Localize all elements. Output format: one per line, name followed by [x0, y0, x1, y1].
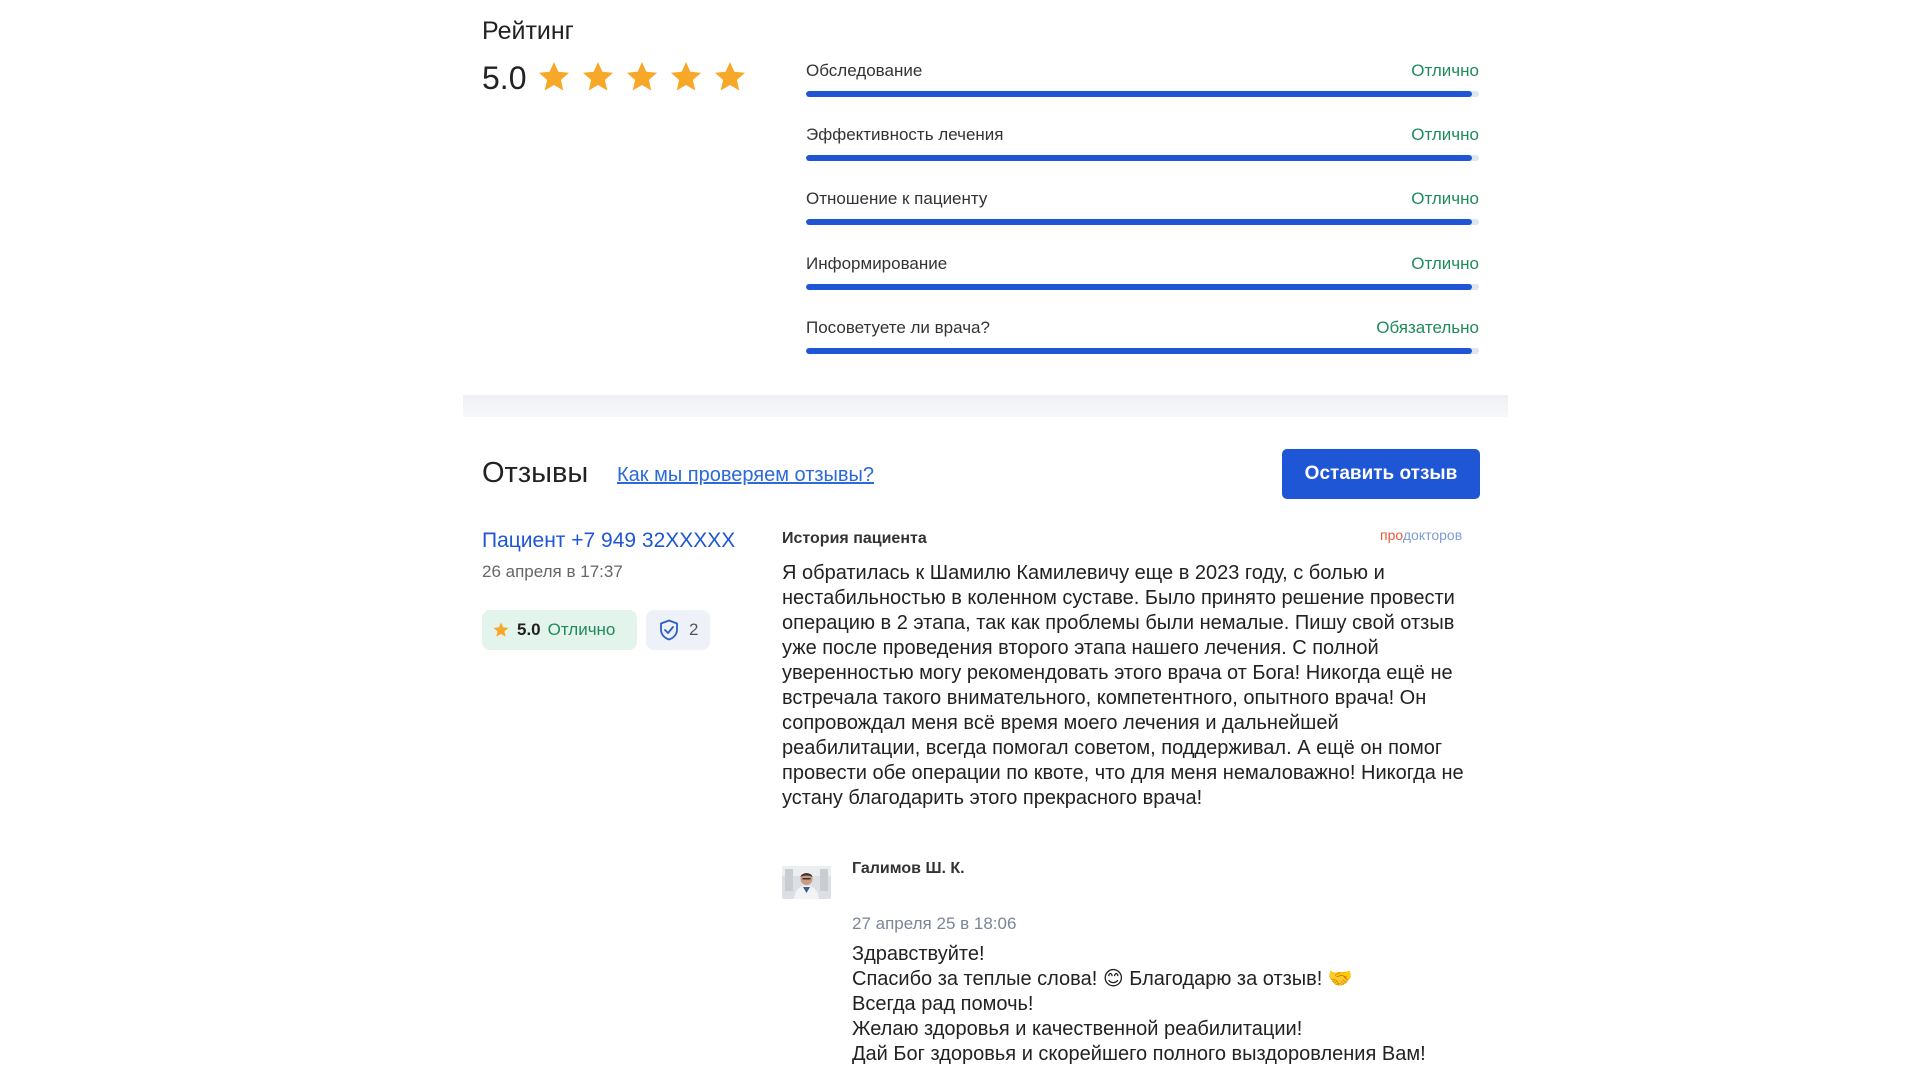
section-divider: [463, 395, 1508, 417]
logo-part-2: докторов: [1402, 527, 1463, 543]
criterion-label: Информирование: [806, 254, 948, 273]
criterion-value: Отлично: [1411, 189, 1479, 208]
score-label: Отлично: [547, 620, 616, 639]
review-text: Я обратилась к Шамилю Камилевичу еще в 2…: [782, 562, 1464, 809]
score-badge: 5.0 Отлично: [482, 610, 637, 650]
doctor-page: Рейтинг 5.0 Обследование Отлично Эффекти…: [0, 0, 1920, 1080]
rating-title: Рейтинг: [482, 17, 574, 45]
review-date: 26 апреля в 17:37: [482, 562, 623, 581]
star-icon: [583, 62, 613, 91]
verified-count: 2: [689, 620, 699, 639]
criterion-label: Эффективность лечения: [806, 125, 1004, 144]
criterion-bar: [806, 219, 1479, 225]
criterion-bar-fill: [806, 284, 1473, 290]
star-icon: [493, 622, 509, 637]
score-value: 5.0: [517, 620, 541, 639]
star-icon: [671, 62, 701, 91]
criterion-bar: [806, 348, 1479, 354]
doctor-avatar: [782, 866, 831, 899]
reply-date: 27 апреля 25 в 18:06: [852, 914, 1017, 933]
criterion-value: Отлично: [1411, 125, 1479, 144]
star-icon: [539, 62, 569, 91]
criterion-label: Обследование: [806, 61, 923, 80]
criterion-value: Отлично: [1411, 61, 1479, 80]
story-label: История пациента: [782, 530, 927, 547]
prodoctorov-logo: продокторов: [1380, 527, 1462, 543]
leave-review-button[interactable]: Оставить отзыв: [1282, 449, 1480, 499]
shield-check-icon: [660, 619, 678, 641]
criterion-bar-fill: [806, 155, 1473, 161]
patient-name-link[interactable]: Пациент +7 949 32XXXXX: [482, 529, 735, 553]
how-we-verify-link[interactable]: Как мы проверяем отзывы?: [617, 464, 874, 487]
rating-value: 5.0: [482, 60, 527, 96]
criterion-value: Обязательно: [1376, 318, 1479, 337]
criterion-bar-fill: [806, 348, 1473, 354]
criterion-bar-fill: [806, 219, 1473, 225]
star-icon: [627, 62, 657, 91]
criterion-label: Посоветуете ли врача?: [806, 318, 990, 337]
criterion-bar: [806, 155, 1479, 161]
star-icon: [715, 62, 745, 91]
reply-author: Галимов Ш. К.: [852, 860, 965, 877]
logo-part-1: про: [1380, 527, 1403, 543]
verified-badge[interactable]: 2: [646, 610, 710, 650]
criterion-value: Отлично: [1411, 254, 1479, 273]
criterion-bar: [806, 91, 1479, 97]
reply-text: Здравствуйте! Спасибо за теплые слова! 😊…: [852, 943, 1426, 1065]
criterion-label: Отношение к пациенту: [806, 189, 988, 208]
rating-stars: [536, 59, 748, 95]
criterion-bar: [806, 284, 1479, 290]
reviews-title: Отзывы: [482, 457, 589, 489]
criterion-bar-fill: [806, 91, 1473, 97]
